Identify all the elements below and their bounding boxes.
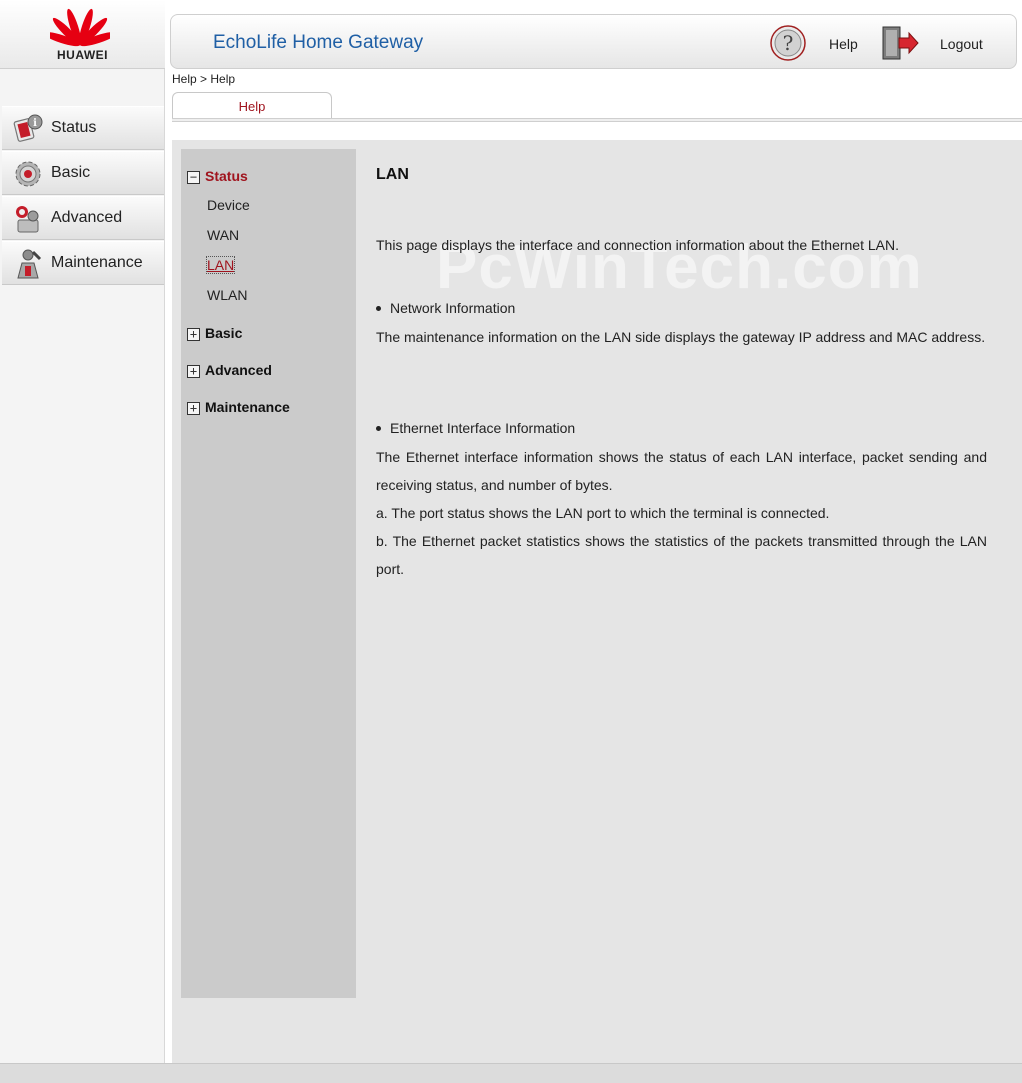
expand-icon[interactable]: +	[187, 328, 200, 341]
gear-icon	[15, 161, 41, 187]
ethernet-text: The Ethernet interface information shows…	[376, 449, 987, 493]
ethernet-heading: Ethernet Interface Information	[376, 420, 575, 436]
advanced-tools-icon	[16, 206, 39, 233]
intro-text: This page displays the interface and con…	[376, 237, 899, 253]
sidebar-item-basic[interactable]: Basic	[2, 151, 164, 195]
sidebar-item-label: Maintenance	[51, 254, 143, 271]
bullet-icon	[376, 426, 381, 431]
sidebar-item-status[interactable]: i Status	[2, 106, 164, 150]
sidebar: HUAWEI i Status Basic Advanced Maintenan…	[0, 0, 165, 1063]
sidebar-item-label: Status	[51, 119, 97, 136]
bullet-icon	[376, 306, 381, 311]
ethernet-point-b: b. The Ethernet packet statistics shows …	[376, 533, 987, 577]
network-heading-text: Network Information	[390, 300, 516, 316]
network-heading: Network Information	[376, 300, 515, 316]
footer-bar	[0, 1063, 1022, 1083]
tree-item-lan[interactable]: LAN	[205, 256, 236, 274]
status-info-icon: i	[13, 114, 43, 142]
page-title: LAN	[376, 166, 409, 183]
sidebar-item-advanced[interactable]: Advanced	[2, 196, 164, 240]
tree-section-label[interactable]: Maintenance	[205, 399, 290, 415]
help-link[interactable]: Help	[829, 36, 858, 52]
sidebar-item-label: Basic	[51, 164, 91, 181]
tree-item-wan[interactable]: WAN	[207, 227, 239, 243]
tree-item-device[interactable]: Device	[207, 197, 250, 213]
tree-section-label[interactable]: Status	[205, 168, 248, 184]
svg-text:?: ?	[783, 31, 794, 55]
ethernet-heading-text: Ethernet Interface Information	[390, 420, 576, 436]
svg-text:i: i	[33, 118, 37, 129]
ethernet-point-a: a. The port status shows the LAN port to…	[376, 505, 830, 521]
network-text: The maintenance information on the LAN s…	[376, 329, 986, 345]
logout-link[interactable]: Logout	[940, 36, 983, 52]
logo: HUAWEI	[0, 0, 165, 69]
tree-section-label[interactable]: Basic	[205, 325, 242, 341]
help-question-icon[interactable]: ?	[769, 24, 807, 62]
collapse-icon[interactable]: −	[187, 171, 200, 184]
content-area: − Status Device WAN LAN WLAN + Basic + A…	[172, 140, 1022, 1063]
help-tree: − Status Device WAN LAN WLAN + Basic + A…	[181, 149, 356, 998]
logout-door-icon[interactable]	[881, 26, 919, 60]
breadcrumb: Help > Help	[172, 72, 236, 86]
tab-help[interactable]: Help	[172, 92, 332, 118]
wrench-person-icon	[17, 249, 42, 279]
logo-text: HUAWEI	[57, 48, 108, 62]
header-bar: EchoLife Home Gateway ? Help Logout	[170, 14, 1017, 69]
expand-icon[interactable]: +	[187, 402, 200, 415]
app-title: EchoLife Home Gateway	[213, 32, 424, 53]
sidebar-item-label: Advanced	[51, 209, 123, 226]
tab-divider	[172, 118, 1022, 122]
tree-section-label[interactable]: Advanced	[205, 362, 272, 378]
tree-item-wlan[interactable]: WLAN	[207, 287, 247, 303]
expand-icon[interactable]: +	[187, 365, 200, 378]
sidebar-item-maintenance[interactable]: Maintenance	[2, 241, 164, 285]
huawei-petal-logo	[50, 8, 110, 47]
